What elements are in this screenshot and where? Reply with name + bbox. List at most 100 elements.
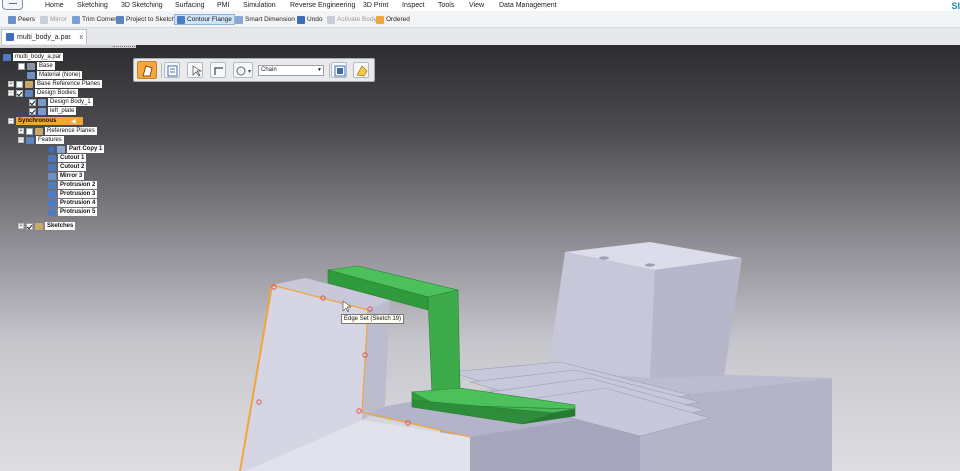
tree-label: Design Body_1 [48, 98, 93, 106]
tree-node-root[interactable]: multi_body_a.par [3, 53, 64, 61]
sketches-icon [35, 222, 43, 230]
step-profile-button[interactable] [137, 61, 157, 79]
undo-icon [297, 15, 305, 24]
expand-icon[interactable]: + [8, 81, 14, 87]
contour-flange-button[interactable]: Contour Flange [174, 14, 235, 25]
tree-label: Base [37, 62, 55, 70]
tree-label: Sketches [45, 222, 76, 230]
tab-simulation[interactable]: Simulation [243, 1, 276, 10]
tree-label: Reference Planes [45, 127, 97, 135]
tree-node-part-copy-1[interactable]: Part Copy 1 [48, 145, 105, 153]
tab-surfacing[interactable]: Surfacing [175, 1, 205, 10]
smart-dimension-button[interactable]: Smart Dimension [233, 14, 297, 25]
tree-node-design-body-1[interactable]: Design Body_1 [29, 98, 93, 106]
body-icon [38, 107, 46, 115]
cube-hole [645, 263, 655, 267]
selection-filter-button[interactable] [233, 62, 253, 78]
application-button[interactable] [2, 0, 23, 10]
tab-view[interactable]: View [469, 1, 484, 10]
tree-node-protrusion-4[interactable]: Protrusion 4 [48, 199, 98, 207]
cube-front [548, 252, 655, 378]
separator [161, 63, 162, 78]
tree-node-material[interactable]: Material (None) [27, 71, 83, 79]
tree-node-reference-planes[interactable]: + Reference Planes [18, 127, 97, 135]
tab-tools[interactable]: Tools [438, 1, 454, 10]
collapse-icon[interactable]: − [8, 118, 14, 124]
tab-sketching[interactable]: Sketching [77, 1, 108, 10]
command-bar: Chain ▼ [133, 58, 375, 82]
ordered-button[interactable]: Ordered [374, 14, 412, 25]
cutout-icon [48, 163, 56, 171]
tree-node-mirror-3[interactable]: Mirror 3 [48, 172, 85, 180]
peers-icon [8, 15, 16, 24]
visibility-checkbox[interactable] [18, 62, 25, 70]
document-tab[interactable]: multi_body_a.par x [1, 29, 87, 44]
tree-label: Features [36, 136, 64, 144]
features-icon [26, 136, 34, 144]
chain-select[interactable]: Chain ▼ [258, 65, 324, 76]
close-icon[interactable]: x [80, 34, 84, 41]
tab-3d-sketching[interactable]: 3D Sketching [121, 1, 163, 10]
protrusion-icon [48, 190, 56, 198]
project-to-sketch-button[interactable]: Project to Sketch [114, 14, 177, 25]
tree-node-base[interactable]: Base [18, 62, 55, 70]
expand-icon[interactable]: + [18, 128, 24, 134]
tree-node-cutout-2[interactable]: Cutout 2 [48, 163, 87, 171]
tree-node-synchronous[interactable]: − Synchronous ◀ [8, 117, 83, 125]
tab-pmi[interactable]: PMI [217, 1, 229, 10]
tab-3d-print[interactable]: 3D Print [363, 1, 388, 10]
mirror-button[interactable]: Mirror [38, 14, 69, 25]
tree-node-protrusion-2[interactable]: Protrusion 2 [48, 181, 98, 189]
preview-button[interactable] [353, 62, 369, 78]
tab-inspect[interactable]: Inspect [402, 1, 425, 10]
sheet-options-button[interactable] [164, 62, 180, 78]
model-geometry[interactable] [0, 45, 960, 471]
protrusion-icon [48, 199, 56, 207]
part-file-icon [3, 53, 11, 61]
tree-node-left-plate[interactable]: left_plate [29, 107, 77, 115]
tab-reverse-engineering[interactable]: Reverse Engineering [290, 1, 355, 10]
tree-node-features[interactable]: − Features [18, 136, 64, 144]
reference-planes-icon [25, 80, 33, 88]
tree-node-cutout-1[interactable]: Cutout 1 [48, 154, 87, 162]
visibility-checkbox[interactable] [16, 89, 23, 97]
body-icon [38, 98, 46, 106]
tree-node-sketches[interactable]: + Sketches [18, 222, 76, 230]
accept-button[interactable] [331, 62, 347, 78]
part-copy-icon [48, 145, 55, 153]
collapse-icon[interactable]: − [8, 90, 14, 96]
visibility-checkbox[interactable] [26, 222, 33, 230]
peers-button[interactable]: Peers [6, 14, 37, 25]
material-icon [27, 71, 35, 79]
sheet-options-icon [167, 65, 178, 77]
protrusion-icon [48, 181, 56, 189]
graphics-viewport[interactable] [0, 45, 960, 471]
visibility-checkbox[interactable] [29, 107, 36, 115]
chain-select-value: Chain [261, 67, 277, 73]
trim-corner-button[interactable]: Trim Corner [70, 14, 118, 25]
side-step-icon [214, 67, 223, 75]
tab-data-management[interactable]: Data Management [499, 1, 557, 10]
visibility-checkbox[interactable] [26, 127, 33, 135]
visibility-checkbox[interactable] [16, 80, 23, 88]
trim-corner-icon [72, 15, 80, 24]
mirror-label: Mirror [50, 16, 67, 23]
trim-corner-label: Trim Corner [82, 16, 117, 23]
tree-node-base-reference-planes[interactable]: + Base Reference Planes [8, 80, 103, 88]
select-tool-button[interactable] [187, 62, 203, 78]
tab-home[interactable]: Home [45, 1, 64, 10]
collapse-icon[interactable]: − [18, 137, 24, 143]
splitter-grip[interactable] [113, 46, 135, 47]
activate-body-button[interactable]: Activate Body [325, 14, 379, 25]
expand-icon[interactable]: + [18, 223, 24, 229]
tree-node-protrusion-5[interactable]: Protrusion 5 [48, 208, 98, 216]
smart-dimension-icon [235, 15, 243, 24]
tree-node-design-bodies[interactable]: − Design Bodies [8, 89, 78, 97]
side-step-button[interactable] [210, 62, 226, 78]
tree-node-protrusion-3[interactable]: Protrusion 3 [48, 190, 98, 198]
visibility-checkbox[interactable] [29, 98, 36, 106]
undo-button[interactable]: Undo [295, 14, 325, 25]
accept-icon [334, 65, 346, 77]
design-bodies-icon [25, 89, 33, 97]
peers-label: Peers [18, 16, 35, 23]
